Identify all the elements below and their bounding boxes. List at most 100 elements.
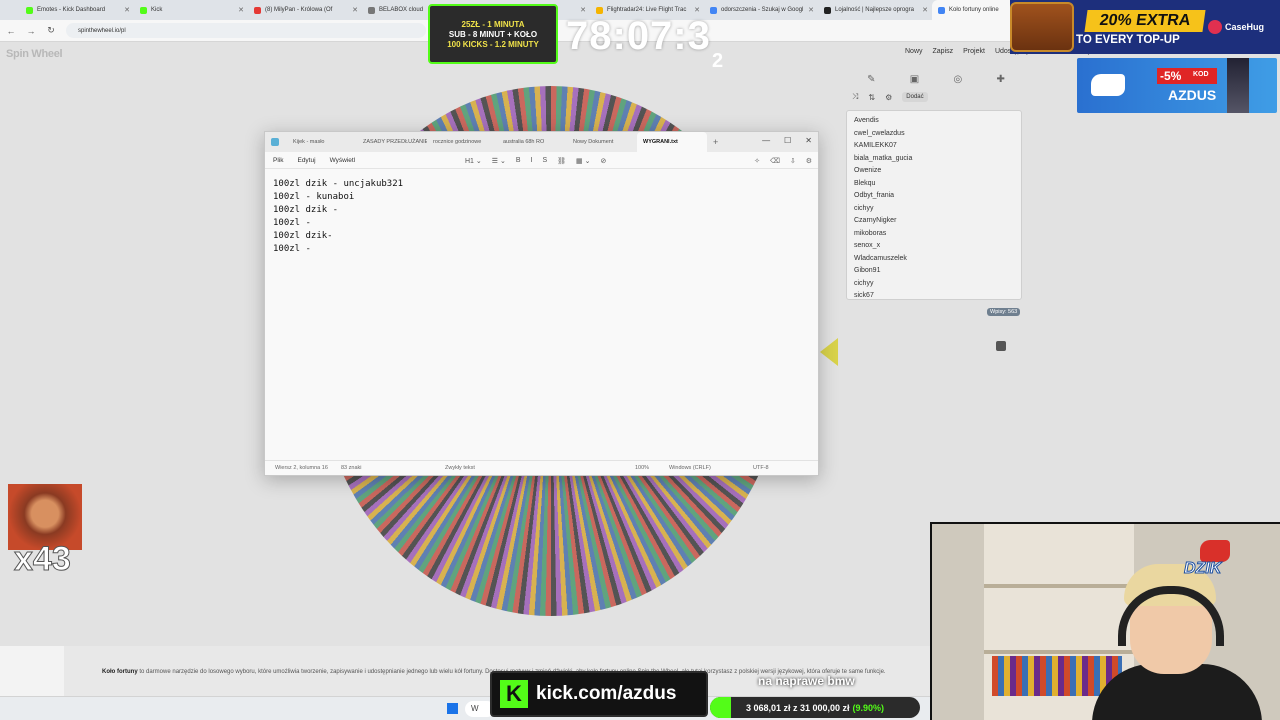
entry-name[interactable]: Odbyt_frania xyxy=(854,190,1014,203)
notepad-text-area[interactable]: 100zl dzik - uncjakub321 100zl - kunaboi 1… xyxy=(273,178,403,256)
tab-label: Emotes - Kick Dashboard xyxy=(37,7,106,13)
tab-favicon-icon xyxy=(710,6,717,14)
timer-superscript: 2 xyxy=(712,50,724,72)
eye-off-icon[interactable]: ◎ xyxy=(953,74,962,85)
reload-icon[interactable]: ↻ xyxy=(46,25,56,36)
minimize-icon[interactable]: — xyxy=(762,136,770,145)
format-tool-icon[interactable]: I xyxy=(531,157,533,164)
text-line: 100zl dzik - uncjakub321 xyxy=(273,179,404,189)
windows-start-icon[interactable] xyxy=(447,703,458,714)
entry-name[interactable]: Blekqu xyxy=(854,178,1014,191)
text-line: 100zl - xyxy=(273,218,311,228)
notepad-tab-bar: Kijek - masło ZASADY PRZEDŁUŻANIE rocznice… xyxy=(265,132,818,152)
tab-close-icon[interactable]: ✕ xyxy=(352,6,358,14)
tab-close-icon[interactable]: ✕ xyxy=(922,6,928,14)
wheel-pointer-icon xyxy=(820,338,838,366)
toolbar-item[interactable]: Zapisz xyxy=(933,48,954,55)
image-icon[interactable]: ▣ xyxy=(910,74,919,85)
donation-percent: (9.90%) xyxy=(852,702,885,713)
toolbar-item[interactable]: Projekt xyxy=(963,48,985,55)
entry-tools: ⤨ ⇅ ⚙ Dodać xyxy=(846,90,1022,104)
menu-item[interactable]: Wyświetl xyxy=(330,157,356,164)
text-line: 100zl - xyxy=(273,244,311,254)
notepad-tab[interactable]: rocznice godzinowe xyxy=(427,132,497,152)
browser-tab[interactable]: Lojalność | Najlepsze oprogra ✕ xyxy=(818,0,932,20)
new-tab-icon[interactable]: + xyxy=(713,137,718,147)
tab-close-icon[interactable]: ✕ xyxy=(238,6,244,14)
format-tool-icon[interactable]: S xyxy=(542,157,547,164)
browser-tab[interactable]: odorszczenia - Szukaj w Googl ✕ xyxy=(704,0,818,20)
format-tool-icon[interactable]: ☰ ⌄ xyxy=(492,157,506,165)
back-icon[interactable]: ← xyxy=(6,26,16,36)
tab-favicon-icon xyxy=(254,6,261,14)
format-tool-icon[interactable]: B xyxy=(516,157,521,164)
tab-close-icon[interactable]: ✕ xyxy=(808,6,814,14)
ad-brand-name: CaseHug xyxy=(1225,22,1265,32)
entry-name[interactable]: CzarnyNigker xyxy=(854,215,1014,228)
entries-list[interactable]: Avendis cwel_cwelazdus KAMILEKK07 biala_mat… xyxy=(846,110,1022,300)
entry-name[interactable]: Avendis xyxy=(854,115,1014,128)
format-tool-icon[interactable]: ⛓ xyxy=(557,157,566,165)
notepad-tab[interactable]: Nowy Dokument xyxy=(567,132,637,152)
char-count: 83 znaki xyxy=(341,465,362,471)
entry-name[interactable]: mikoboras xyxy=(854,228,1014,241)
sort-icon[interactable]: ⇅ xyxy=(868,93,875,102)
entry-name[interactable]: Wladcamuszelek xyxy=(854,253,1014,266)
forward-icon[interactable]: → xyxy=(26,26,36,36)
copilot-icon[interactable]: ✧ xyxy=(754,157,760,165)
notepad-tab[interactable]: australia 68h RO xyxy=(497,132,567,152)
entry-name[interactable]: senox_x xyxy=(854,240,1014,253)
site-logo[interactable]: Spin Wheel xyxy=(6,48,63,60)
menu-item[interactable]: Edytuj xyxy=(297,157,315,164)
tab-close-icon[interactable]: ✕ xyxy=(580,6,586,14)
dzik-bull-icon xyxy=(1200,540,1230,562)
menu-item[interactable]: Plik xyxy=(273,157,283,164)
window-controls: — ☐ ✕ xyxy=(762,132,812,148)
entry-name[interactable]: sick67 xyxy=(854,290,1014,299)
add-button[interactable]: Dodać xyxy=(902,92,928,102)
notepad-tab[interactable]: Kijek - masło xyxy=(287,132,357,152)
close-icon[interactable]: ✕ xyxy=(805,136,812,145)
browser-tab[interactable]: Emotes - Kick Dashboard ✕ xyxy=(20,0,134,20)
toolbar-item[interactable]: Nowy xyxy=(905,48,923,55)
entry-name[interactable]: KAMILEKK07 xyxy=(854,140,1014,153)
pencil-icon[interactable]: ✎ xyxy=(867,74,875,85)
download-icon[interactable]: ⇩ xyxy=(790,157,796,165)
tab-close-icon[interactable]: ✕ xyxy=(124,6,130,14)
format-tool-icon[interactable]: H1 ⌄ xyxy=(465,157,482,165)
entries-count-badge: Wpisy: 563 xyxy=(987,308,1021,316)
entry-name[interactable]: cichyy xyxy=(854,203,1014,216)
text-line: 100zl - kunaboi xyxy=(273,192,355,202)
browser-tab[interactable]: (8) MilyPan - Królowa (Of ✕ xyxy=(248,0,362,20)
format-tool-icon[interactable]: ⊘ xyxy=(600,157,606,165)
energy-can-icon xyxy=(1227,58,1249,113)
dzik-logo-text: DZIK xyxy=(1183,560,1222,578)
notepad-tab[interactable]: WYGRANI.txt xyxy=(637,132,707,152)
tab-label: odorszczenia - Szukaj w Googl xyxy=(721,7,804,13)
format-tool-icon[interactable]: ▦ ⌄ xyxy=(576,157,590,165)
ad-headline: 20% EXTRA xyxy=(1084,10,1206,32)
palette-icon[interactable]: ✚ xyxy=(996,74,1004,85)
browser-tab[interactable]: Kick ✕ xyxy=(134,0,248,20)
casehug-logo-icon xyxy=(1208,20,1222,34)
notepad-tab[interactable]: ZASADY PRZEDŁUŻANIE xyxy=(357,132,427,152)
donation-goal-title: na naprawe bmw xyxy=(758,674,855,688)
tab-favicon-icon xyxy=(824,6,831,14)
gear-icon[interactable]: ⚙ xyxy=(806,157,812,165)
tab-close-icon[interactable]: ✕ xyxy=(694,6,700,14)
clear-format-icon[interactable]: ⌫ xyxy=(770,157,780,165)
entry-name[interactable]: cwel_cwelazdus xyxy=(854,128,1014,141)
entry-name[interactable]: Gibon91 xyxy=(854,265,1014,278)
maximize-icon[interactable]: ☐ xyxy=(784,136,791,145)
settings-icon[interactable]: ⚙ xyxy=(885,93,892,102)
small-square-button[interactable] xyxy=(996,341,1006,351)
format-toolbar: H1 ⌄ ☰ ⌄ B I S ⛓ ▦ ⌄ ⊘ xyxy=(465,152,606,169)
tab-label: Kick xyxy=(151,7,163,13)
shuffle-icon[interactable]: ⤨ xyxy=(852,92,858,102)
tab-label: Lojalność | Najlepsze oprogra xyxy=(835,7,914,13)
url-field[interactable]: spinthewheel.io/pl xyxy=(66,23,426,38)
entry-name[interactable]: cichyy xyxy=(854,278,1014,291)
entry-name[interactable]: Owenize xyxy=(854,165,1014,178)
entry-name[interactable]: biala_matka_gucia xyxy=(854,153,1014,166)
kick-url-text: kick.com/azdus xyxy=(536,683,677,704)
